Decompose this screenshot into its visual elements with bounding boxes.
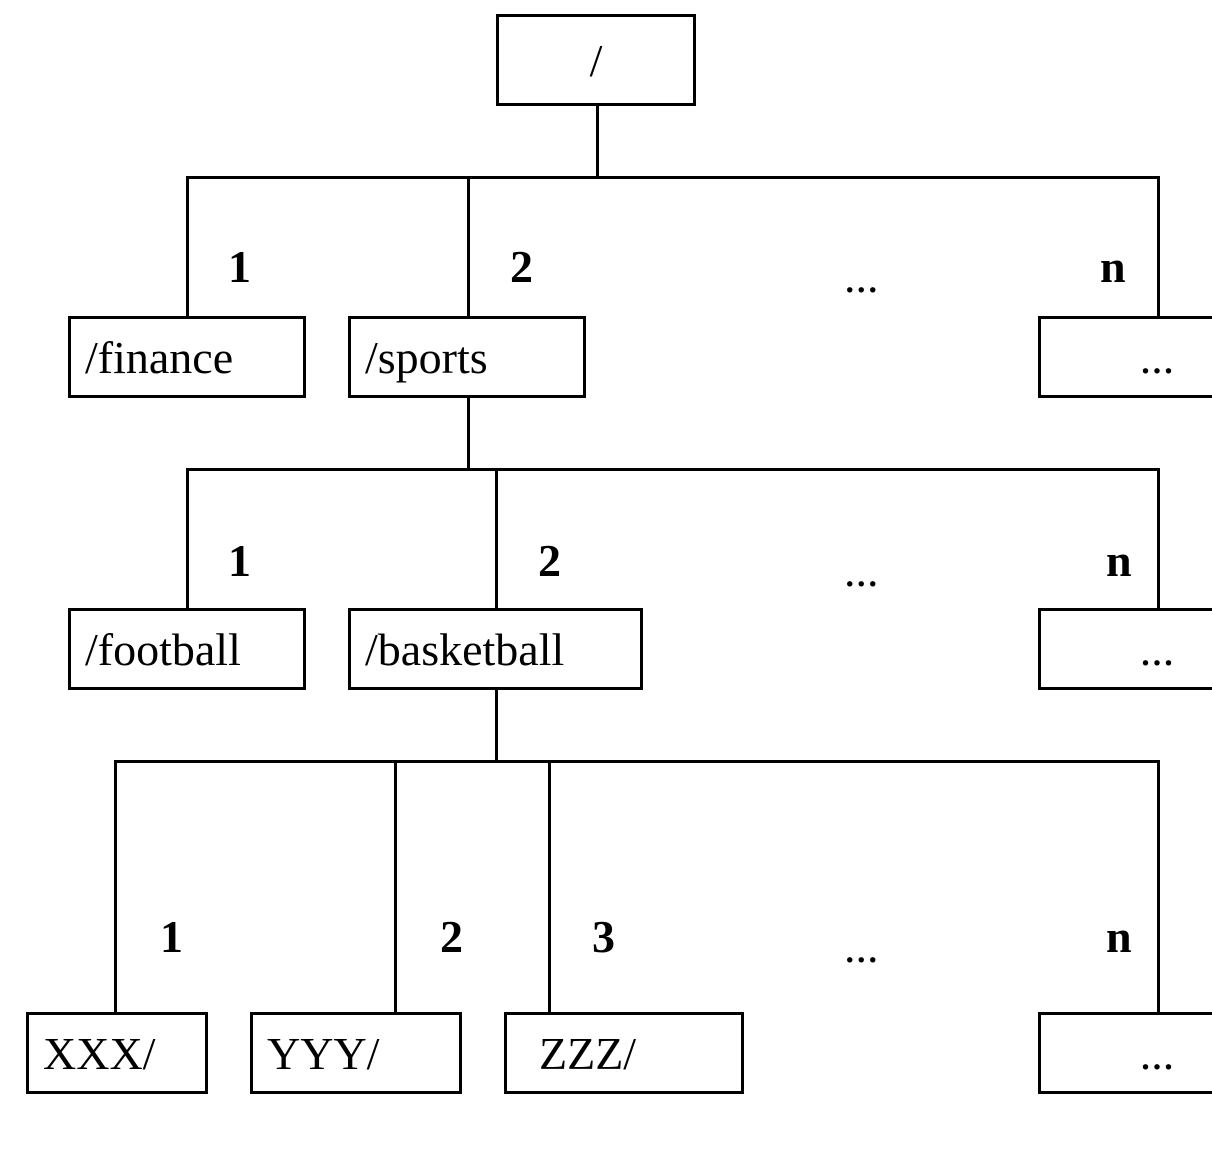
edge-label-l1-1: 1 xyxy=(228,240,251,293)
node-finance: /finance xyxy=(68,316,306,398)
node-l1-more: ... xyxy=(1038,316,1212,398)
node-xxx-text: XXX/ xyxy=(43,1027,155,1080)
node-root: / xyxy=(496,14,696,106)
edge-label-l3-1: 1 xyxy=(160,910,183,963)
node-yyy-text: YYY/ xyxy=(267,1027,379,1080)
edge-label-l2-1: 1 xyxy=(228,534,251,587)
node-finance-text: /finance xyxy=(85,331,233,384)
tree-diagram: / 1 2 ... n /finance /sports ... 1 2 ...… xyxy=(0,0,1212,1172)
node-l3-more: ... xyxy=(1038,1012,1212,1094)
edge-label-l1-2: 2 xyxy=(510,240,533,293)
node-sports: /sports xyxy=(348,316,586,398)
edge-label-l1-dots: ... xyxy=(844,250,879,303)
node-l1-more-text: ... xyxy=(1140,331,1175,384)
edge-label-l2-dots: ... xyxy=(844,544,879,597)
node-football-text: /football xyxy=(85,623,241,676)
node-xxx: XXX/ xyxy=(26,1012,208,1094)
node-l2-more-text: ... xyxy=(1140,623,1175,676)
edge-label-l2-2: 2 xyxy=(538,534,561,587)
edge-label-l3-3: 3 xyxy=(592,910,615,963)
node-yyy: YYY/ xyxy=(250,1012,462,1094)
node-football: /football xyxy=(68,608,306,690)
edge-label-l3-n: n xyxy=(1106,910,1132,963)
edge-label-l1-n: n xyxy=(1100,240,1126,293)
node-zzz-text: ZZZ/ xyxy=(539,1027,636,1080)
node-zzz: ZZZ/ xyxy=(504,1012,744,1094)
edge-label-l2-n: n xyxy=(1106,534,1132,587)
node-sports-text: /sports xyxy=(365,331,488,384)
node-l2-more: ... xyxy=(1038,608,1212,690)
node-basketball: /basketball xyxy=(348,608,643,690)
node-l3-more-text: ... xyxy=(1140,1027,1175,1080)
edge-label-l3-dots: ... xyxy=(844,920,879,973)
node-root-text: / xyxy=(590,34,603,87)
node-basketball-text: /basketball xyxy=(365,623,564,676)
edge-label-l3-2: 2 xyxy=(440,910,463,963)
